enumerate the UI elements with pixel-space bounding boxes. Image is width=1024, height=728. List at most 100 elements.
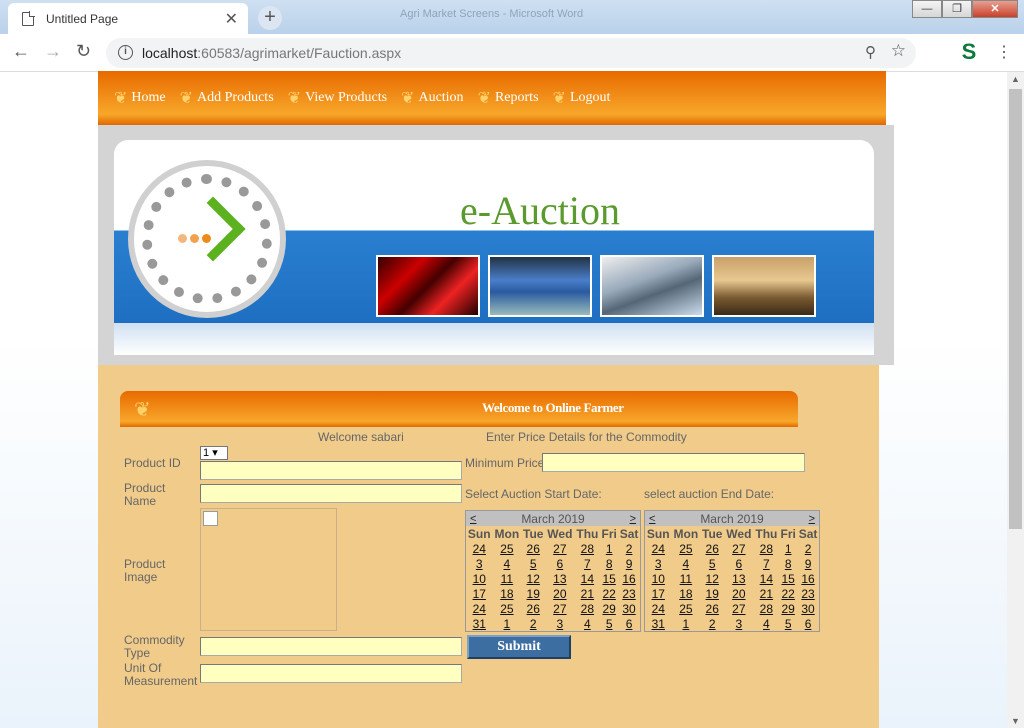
reload-icon[interactable]: ↻ — [76, 41, 91, 62]
calendar-day[interactable]: 2 — [700, 616, 724, 631]
calendar-day[interactable]: 11 — [492, 571, 521, 586]
calendar-day[interactable]: 31 — [466, 616, 492, 631]
calendar-day[interactable]: 20 — [724, 586, 753, 601]
calendar-day[interactable]: 6 — [724, 556, 753, 571]
calendar-day[interactable]: 11 — [671, 571, 700, 586]
calendar-day[interactable]: 27 — [724, 541, 753, 556]
restore-button[interactable]: ❐ — [942, 0, 972, 18]
extension-icon[interactable]: S — [958, 40, 980, 64]
calendar-day[interactable]: 17 — [645, 586, 671, 601]
calendar-day[interactable]: 21 — [575, 586, 601, 601]
calendar-day[interactable]: 22 — [600, 586, 618, 601]
calendar-day[interactable]: 17 — [466, 586, 492, 601]
calendar-day[interactable]: 7 — [575, 556, 601, 571]
nav-reports[interactable]: ❦ Reports — [478, 88, 539, 108]
calendar-day[interactable]: 1 — [779, 541, 797, 556]
back-icon[interactable]: ← — [12, 41, 30, 62]
scroll-up-icon[interactable]: ▲ — [1011, 74, 1020, 84]
calendar-day[interactable]: 4 — [492, 556, 521, 571]
calendar-day[interactable]: 4 — [575, 616, 601, 631]
vertical-scrollbar[interactable]: ▲ ▼ — [1007, 72, 1024, 728]
forward-icon[interactable]: → — [44, 41, 62, 62]
minimize-button[interactable]: — — [912, 0, 942, 18]
calendar-day[interactable]: 30 — [618, 601, 640, 616]
zoom-icon[interactable]: ⚲ — [865, 43, 876, 61]
calendar-day[interactable]: 6 — [797, 616, 819, 631]
nav-add-products[interactable]: ❦ Add Products — [180, 88, 274, 108]
calendar-day[interactable]: 25 — [492, 541, 521, 556]
calendar-day[interactable]: 26 — [700, 601, 724, 616]
product-id-field[interactable] — [200, 461, 462, 480]
calendar-day[interactable]: 19 — [521, 586, 545, 601]
calendar-day[interactable]: 15 — [600, 571, 618, 586]
close-tab-icon[interactable]: ✕ — [225, 9, 238, 29]
calendar-day[interactable]: 4 — [671, 556, 700, 571]
info-icon[interactable]: i — [118, 45, 133, 60]
calendar-day[interactable]: 10 — [645, 571, 671, 586]
bookmark-star-icon[interactable]: ☆ — [891, 41, 906, 61]
url-text[interactable]: localhost:60583/agrimarket/Fauction.aspx — [142, 45, 401, 61]
calendar-day[interactable]: 8 — [600, 556, 618, 571]
calendar-day[interactable]: 12 — [521, 571, 545, 586]
calendar-day[interactable]: 30 — [797, 601, 819, 616]
calendar-day[interactable]: 24 — [645, 601, 671, 616]
calendar-day[interactable]: 4 — [754, 616, 780, 631]
calendar-day[interactable]: 3 — [724, 616, 753, 631]
calendar-day[interactable]: 27 — [724, 601, 753, 616]
scrollbar-thumb[interactable] — [1009, 89, 1022, 529]
minimum-price-input[interactable] — [542, 453, 805, 472]
nav-auction[interactable]: ❦ Auction — [401, 88, 464, 108]
calendar-day[interactable]: 18 — [671, 586, 700, 601]
calendar-day[interactable]: 19 — [700, 586, 724, 601]
calendar-day[interactable]: 16 — [618, 571, 640, 586]
calendar-day[interactable]: 5 — [779, 616, 797, 631]
calendar-day[interactable]: 26 — [700, 541, 724, 556]
browser-menu-icon[interactable]: ⋮ — [996, 42, 1012, 62]
next-month-link[interactable]: > — [809, 513, 815, 525]
submit-button[interactable]: Submit — [467, 635, 571, 659]
calendar-day[interactable]: 28 — [754, 601, 780, 616]
calendar-day[interactable]: 1 — [600, 541, 618, 556]
calendar-day[interactable]: 2 — [618, 541, 640, 556]
calendar-day[interactable]: 2 — [797, 541, 819, 556]
calendar-day[interactable]: 15 — [779, 571, 797, 586]
calendar-day[interactable]: 26 — [521, 541, 545, 556]
calendar-day[interactable]: 29 — [600, 601, 618, 616]
calendar-day[interactable]: 8 — [779, 556, 797, 571]
calendar-day[interactable]: 26 — [521, 601, 545, 616]
nav-home[interactable]: ❦ Home — [114, 88, 166, 108]
calendar-day[interactable]: 10 — [466, 571, 492, 586]
calendar-day[interactable]: 27 — [545, 541, 574, 556]
calendar-day[interactable]: 16 — [797, 571, 819, 586]
calendar-day[interactable]: 9 — [618, 556, 640, 571]
unit-of-measurement-input[interactable] — [200, 664, 462, 683]
calendar-day[interactable]: 28 — [575, 541, 601, 556]
prev-month-link[interactable]: < — [470, 513, 476, 525]
calendar-day[interactable]: 31 — [645, 616, 671, 631]
calendar-day[interactable]: 25 — [492, 601, 521, 616]
nav-view-products[interactable]: ❦ View Products — [288, 88, 387, 108]
calendar-day[interactable]: 5 — [600, 616, 618, 631]
calendar-day[interactable]: 6 — [545, 556, 574, 571]
address-bar[interactable]: i localhost:60583/agrimarket/Fauction.as… — [106, 38, 916, 68]
calendar-day[interactable]: 23 — [797, 586, 819, 601]
nav-logout[interactable]: ❦ Logout — [553, 88, 611, 108]
calendar-day[interactable]: 2 — [521, 616, 545, 631]
product-id-select[interactable]: 1 ▾ — [200, 446, 228, 460]
calendar-day[interactable]: 3 — [545, 616, 574, 631]
calendar-day[interactable]: 14 — [575, 571, 601, 586]
commodity-type-input[interactable] — [200, 637, 462, 656]
calendar-day[interactable]: 6 — [618, 616, 640, 631]
calendar-day[interactable]: 14 — [754, 571, 780, 586]
browser-tab[interactable]: Untitled Page ✕ — [8, 3, 248, 34]
calendar-day[interactable]: 24 — [466, 541, 492, 556]
calendar-day[interactable]: 29 — [779, 601, 797, 616]
calendar-day[interactable]: 25 — [671, 541, 700, 556]
calendar-day[interactable]: 28 — [754, 541, 780, 556]
calendar-day[interactable]: 1 — [671, 616, 700, 631]
next-month-link[interactable]: > — [630, 513, 636, 525]
calendar-day[interactable]: 3 — [645, 556, 671, 571]
calendar-day[interactable]: 13 — [724, 571, 753, 586]
calendar-day[interactable]: 9 — [797, 556, 819, 571]
calendar-day[interactable]: 7 — [754, 556, 780, 571]
